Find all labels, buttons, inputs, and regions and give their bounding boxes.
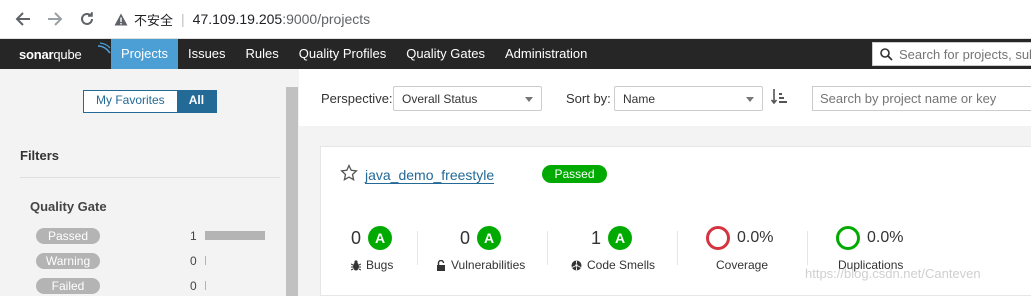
duplications-donut <box>836 226 860 250</box>
project-name-link[interactable]: java_demo_freestyle <box>365 167 495 184</box>
facet-label: Warning <box>36 253 100 269</box>
measure-vulnerabilities[interactable]: 0 A Vulnerabilities <box>437 226 525 272</box>
filters-heading: Filters <box>20 148 60 163</box>
project-search-input[interactable] <box>820 91 1030 106</box>
nav-rules[interactable]: Rules <box>236 39 289 69</box>
facet-bar <box>205 281 206 290</box>
facet-passed[interactable]: Passed 1 <box>36 227 281 245</box>
nav-quality-gates[interactable]: Quality Gates <box>396 39 495 69</box>
duplications-value: 0.0% <box>867 229 904 246</box>
favorites-toggle: My Favorites All <box>83 90 218 113</box>
warning-icon <box>114 13 128 25</box>
main-navigation: sonarqube Projects Issues Rules Quality … <box>0 39 1031 69</box>
chevron-down-icon <box>746 97 754 102</box>
perspective-label: Perspective: <box>321 91 393 106</box>
nav-administration[interactable]: Administration <box>495 39 597 69</box>
code-smell-icon <box>571 260 582 270</box>
measure-code-smells[interactable]: 1 A Code Smells <box>571 226 655 272</box>
sortby-select[interactable]: Name <box>614 86 763 111</box>
divider <box>417 231 418 265</box>
watermark-text: https://blog.csdn.net/Canteven <box>805 266 981 281</box>
facet-failed[interactable]: Failed 0 <box>36 277 281 295</box>
lock-icon <box>437 259 445 271</box>
forward-arrow-icon[interactable] <box>44 8 66 30</box>
address-separator: | <box>181 11 185 27</box>
url-host: 47.109.19.205 <box>192 11 283 27</box>
address-bar[interactable]: 不安全 | 47.109.19.205:9000/projects <box>114 10 370 29</box>
projects-toolbar: Perspective: Overall Status Sort by: Nam… <box>299 69 1031 126</box>
projects-main: Perspective: Overall Status Sort by: Nam… <box>299 69 1031 296</box>
quality-gate-status-badge: Passed <box>542 165 607 183</box>
project-search-box[interactable] <box>812 86 1031 111</box>
url-path: :9000/projects <box>282 11 371 27</box>
search-icon <box>880 47 893 61</box>
nav-quality-profiles[interactable]: Quality Profiles <box>289 39 396 69</box>
bugs-value: 0 <box>351 227 362 248</box>
facet-count: 0 <box>190 254 197 268</box>
all-button[interactable]: All <box>176 91 217 112</box>
divider <box>677 231 678 265</box>
facet-bar <box>205 231 265 240</box>
insecure-label: 不安全 <box>134 12 174 28</box>
measure-coverage[interactable]: 0.0% Coverage <box>706 226 773 272</box>
facet-bar <box>205 256 206 265</box>
vulnerabilities-value: 0 <box>460 227 471 248</box>
facet-label: Passed <box>36 228 100 244</box>
global-search-input[interactable] <box>899 46 1031 62</box>
sort-order-icon[interactable] <box>771 87 789 107</box>
facet-label: Failed <box>36 278 100 294</box>
sonarqube-logo[interactable]: sonarqube <box>19 39 111 69</box>
nav-issues[interactable]: Issues <box>178 39 236 69</box>
my-favorites-button[interactable]: My Favorites <box>84 91 177 112</box>
sidebar-scrollbar[interactable] <box>286 87 298 296</box>
back-arrow-icon[interactable] <box>12 8 34 30</box>
code-smells-value: 1 <box>591 227 602 248</box>
coverage-value: 0.0% <box>737 229 774 246</box>
divider <box>20 177 280 178</box>
measure-bugs[interactable]: 0 A Bugs <box>351 226 393 272</box>
bug-icon <box>351 259 361 270</box>
vulnerabilities-rating: A <box>477 226 502 250</box>
perspective-select[interactable]: Overall Status <box>393 86 542 111</box>
star-icon[interactable] <box>340 164 358 182</box>
coverage-donut <box>706 226 730 250</box>
sortby-label: Sort by: <box>566 91 611 106</box>
divider <box>807 231 808 265</box>
chevron-down-icon <box>525 97 533 102</box>
facet-count: 0 <box>190 279 197 293</box>
facet-warning[interactable]: Warning 0 <box>36 252 281 270</box>
bugs-rating: A <box>368 226 393 250</box>
code-smells-rating: A <box>608 226 633 250</box>
reload-icon[interactable] <box>76 8 98 30</box>
divider <box>547 231 548 265</box>
nav-projects[interactable]: Projects <box>111 39 178 69</box>
facet-count: 1 <box>190 229 197 243</box>
global-search-box[interactable] <box>872 42 1031 66</box>
filters-sidebar: My Favorites All Filters Quality Gate Pa… <box>0 69 299 296</box>
quality-gate-facet-title: Quality Gate <box>30 199 107 214</box>
browser-toolbar: 不安全 | 47.109.19.205:9000/projects <box>0 0 1031 39</box>
